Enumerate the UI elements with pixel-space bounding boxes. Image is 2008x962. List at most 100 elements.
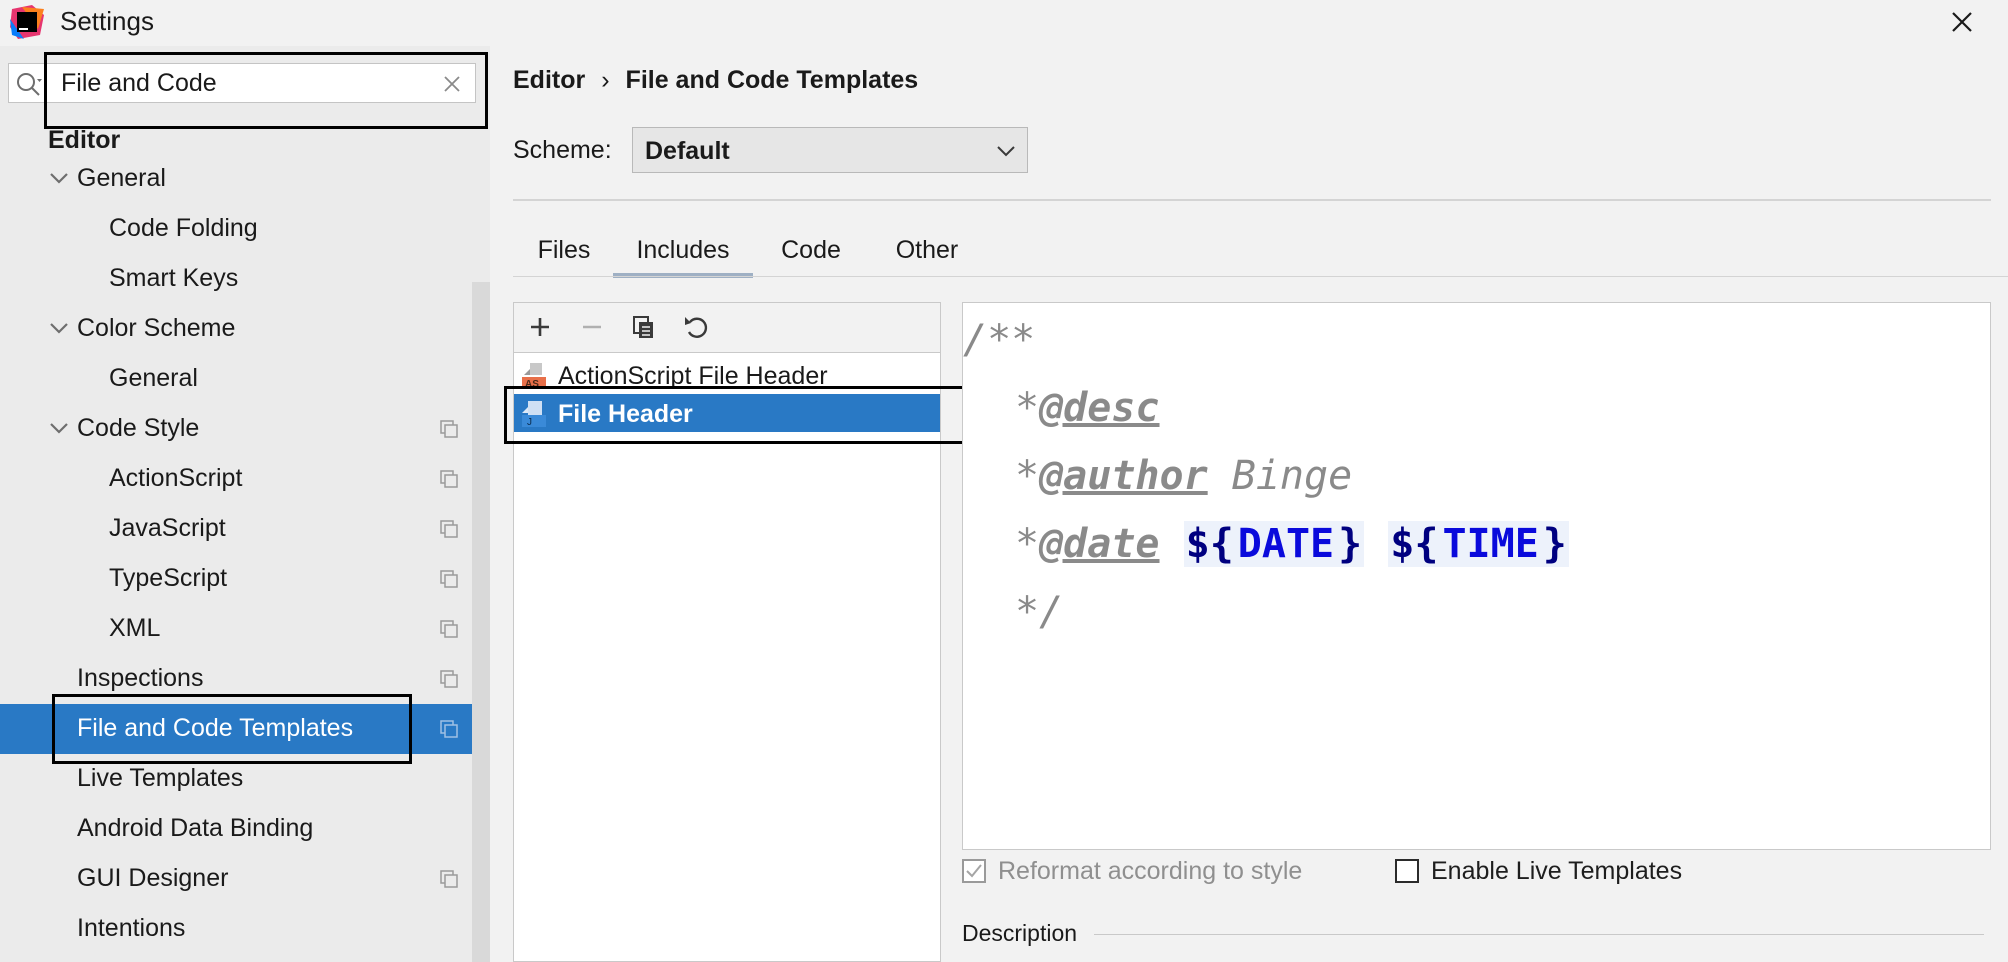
sidebar-item-general[interactable]: General bbox=[0, 154, 490, 204]
reset-icon[interactable] bbox=[682, 313, 710, 341]
settings-search-input[interactable] bbox=[61, 67, 441, 99]
project-settings-icon bbox=[440, 670, 458, 688]
sidebar-item-inspections[interactable]: Inspections bbox=[0, 654, 490, 704]
add-icon[interactable] bbox=[526, 313, 554, 341]
sidebar-item-smart-keys[interactable]: Smart Keys bbox=[0, 254, 490, 304]
sidebar-scrollbar[interactable] bbox=[472, 282, 490, 962]
settings-search-box[interactable] bbox=[8, 63, 476, 103]
sidebar-item-label: JavaScript bbox=[109, 514, 226, 542]
enable-live-templates-label: Enable Live Templates bbox=[1431, 857, 1683, 885]
sidebar-item-actionscript[interactable]: ActionScript bbox=[0, 454, 490, 504]
description-divider bbox=[1094, 934, 1984, 935]
project-settings-icon bbox=[440, 620, 458, 638]
variable-date: DATE bbox=[1235, 521, 1337, 567]
comment-star: * bbox=[1015, 521, 1040, 567]
template-item-label: File Header bbox=[558, 400, 693, 428]
tab-includes[interactable]: Includes bbox=[613, 228, 753, 278]
java-file-icon: J bbox=[522, 401, 546, 427]
copy-icon[interactable] bbox=[630, 313, 658, 341]
sidebar-item-label: Live Templates bbox=[77, 764, 244, 792]
project-settings-icon bbox=[440, 570, 458, 588]
code-line-1: /** bbox=[963, 317, 1035, 363]
reformat-checkbox-box[interactable] bbox=[962, 859, 986, 883]
sidebar-item-label: General bbox=[109, 364, 198, 392]
chevron-down-icon[interactable] bbox=[50, 322, 68, 334]
sidebar-item-label: GUI Designer bbox=[77, 864, 229, 892]
sidebar-item-xml[interactable]: XML bbox=[0, 604, 490, 654]
breadcrumb-current: File and Code Templates bbox=[625, 66, 919, 94]
sidebar-item-color-scheme[interactable]: Color Scheme bbox=[0, 304, 490, 354]
sidebar-item-label: Color Scheme bbox=[77, 314, 236, 342]
doc-tag-author: @author bbox=[1039, 453, 1208, 499]
sidebar-item-javascript[interactable]: JavaScript bbox=[0, 504, 490, 554]
close-icon[interactable] bbox=[1946, 6, 1978, 38]
scheme-label: Scheme: bbox=[513, 136, 612, 164]
sidebar-item-label: File and Code Templates bbox=[77, 714, 354, 742]
reformat-label: Reformat according to style bbox=[998, 857, 1303, 885]
sidebar-item-live-templates[interactable]: Live Templates bbox=[0, 754, 490, 804]
sidebar-item-label: XML bbox=[109, 614, 161, 642]
sidebar-item-label: Smart Keys bbox=[109, 264, 239, 292]
breadcrumb-parent[interactable]: Editor bbox=[513, 66, 585, 94]
divider bbox=[513, 199, 1991, 201]
sidebar-item-color-scheme-general[interactable]: General bbox=[0, 354, 490, 404]
scheme-dropdown[interactable]: Default bbox=[632, 127, 1028, 173]
sidebar-item-label: Intentions bbox=[77, 914, 186, 942]
code-line-3: *@author Binge bbox=[1015, 453, 1352, 499]
enable-live-templates-box[interactable] bbox=[1395, 859, 1419, 883]
template-list-panel: AS ActionScript File Header J File Heade… bbox=[513, 302, 941, 962]
settings-sidebar: Editor General Code Folding Smart Keys C… bbox=[0, 46, 490, 962]
code-line-2: *@desc bbox=[1015, 385, 1160, 431]
sidebar-item-gui-designer[interactable]: GUI Designer bbox=[0, 854, 490, 904]
template-list-toolbar bbox=[514, 303, 940, 353]
sidebar-item-intentions[interactable]: Intentions bbox=[0, 904, 490, 954]
sidebar-item-label: ActionScript bbox=[109, 464, 243, 492]
var-open: ${ bbox=[1183, 521, 1236, 567]
comment-close: */ bbox=[1015, 589, 1064, 635]
var-open: ${ bbox=[1388, 521, 1441, 567]
template-item-file-header[interactable]: J File Header bbox=[514, 394, 940, 432]
window-title: Settings bbox=[60, 6, 154, 36]
comment-star: * bbox=[1015, 453, 1040, 499]
author-value: Binge bbox=[1207, 453, 1353, 499]
template-code-editor[interactable]: /** *@desc *@author Binge *@date ${DATE}… bbox=[962, 302, 1991, 850]
var-close: } bbox=[1540, 521, 1569, 567]
sidebar-item-typescript[interactable]: TypeScript bbox=[0, 554, 490, 604]
project-settings-icon bbox=[440, 720, 458, 738]
sidebar-item-label: Code Style bbox=[77, 414, 200, 442]
tab-other[interactable]: Other bbox=[867, 228, 987, 278]
java-badge: J bbox=[527, 417, 532, 427]
template-item-label: ActionScript File Header bbox=[558, 362, 828, 390]
sidebar-item-code-folding[interactable]: Code Folding bbox=[0, 204, 490, 254]
tab-files[interactable]: Files bbox=[513, 228, 615, 278]
doc-tag-date: @date bbox=[1039, 521, 1160, 567]
project-settings-icon bbox=[440, 870, 458, 888]
actionscript-badge: AS bbox=[525, 379, 539, 389]
intellij-logo-icon bbox=[10, 5, 44, 39]
tab-code[interactable]: Code bbox=[758, 228, 864, 278]
tree-section-editor: Editor bbox=[48, 126, 121, 154]
sidebar-item-android-data-binding[interactable]: Android Data Binding bbox=[0, 804, 490, 854]
clear-search-icon[interactable] bbox=[443, 75, 461, 93]
doc-tag-desc: @desc bbox=[1039, 385, 1160, 431]
comment-star: * bbox=[1015, 385, 1040, 431]
var-close: } bbox=[1336, 521, 1365, 567]
search-icon bbox=[17, 73, 42, 96]
sidebar-item-label: Code Folding bbox=[109, 214, 258, 242]
chevron-down-icon bbox=[997, 146, 1015, 157]
sidebar-item-label: TypeScript bbox=[109, 564, 228, 592]
chevron-down-icon[interactable] bbox=[50, 422, 68, 434]
variable-time: TIME bbox=[1440, 521, 1541, 567]
comment-open: /** bbox=[963, 317, 1036, 363]
sidebar-item-label: General bbox=[77, 164, 166, 192]
chevron-down-icon[interactable] bbox=[50, 172, 68, 184]
sidebar-item-label: Android Data Binding bbox=[77, 814, 314, 842]
remove-icon[interactable] bbox=[578, 313, 606, 341]
title-bar: Settings bbox=[0, 0, 2008, 46]
sidebar-item-file-and-code-templates[interactable]: File and Code Templates bbox=[0, 704, 490, 754]
template-item-actionscript-file-header[interactable]: AS ActionScript File Header bbox=[514, 356, 940, 394]
project-settings-icon bbox=[440, 420, 458, 438]
sidebar-item-code-style[interactable]: Code Style bbox=[0, 404, 490, 454]
project-settings-icon bbox=[440, 470, 458, 488]
project-settings-icon bbox=[440, 520, 458, 538]
